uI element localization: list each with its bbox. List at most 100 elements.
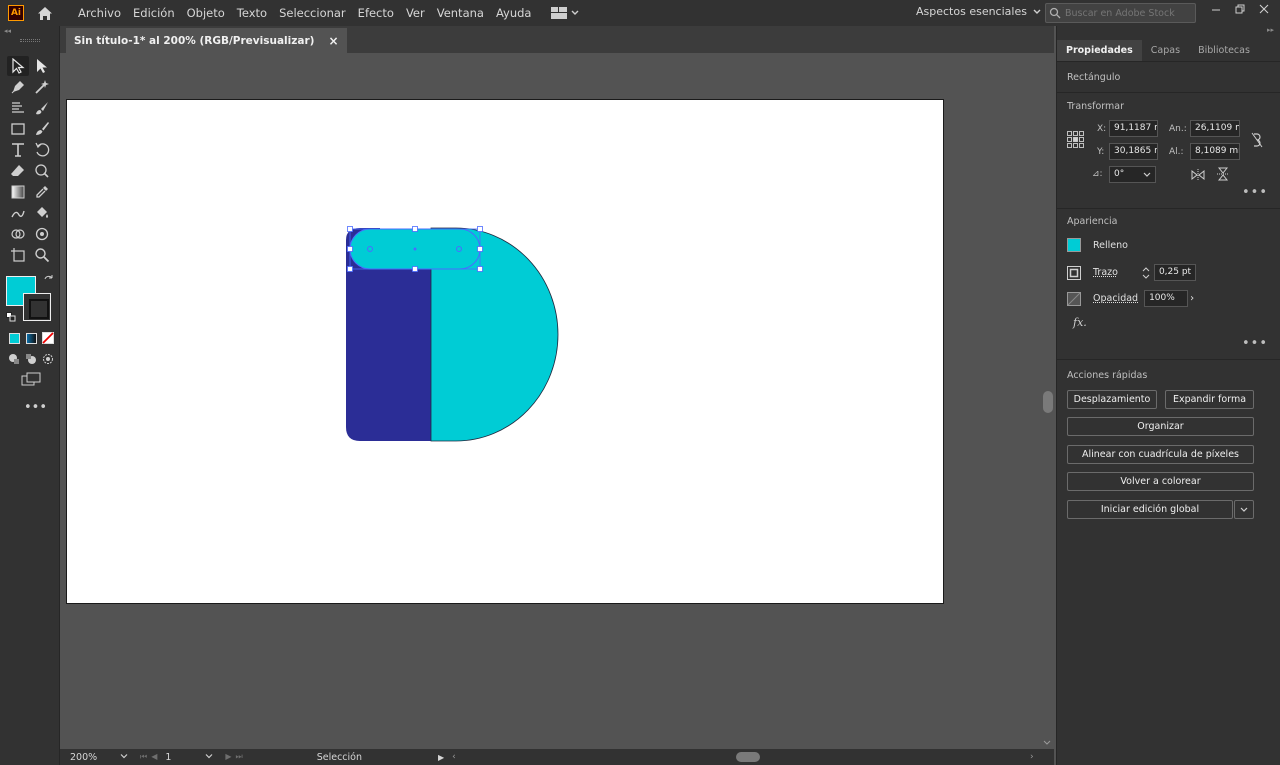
paintbrush-tool[interactable] [31, 119, 53, 139]
workspace-switcher[interactable]: Aspectos esenciales [916, 5, 1041, 18]
gradient-tool[interactable] [7, 182, 29, 202]
vertical-scrollbar[interactable] [1040, 53, 1054, 749]
opacity-row[interactable]: Opacidad 100% › [1067, 290, 1194, 307]
chevron-down-icon [1240, 507, 1248, 512]
global-edit-options-button[interactable] [1234, 500, 1254, 519]
appearance-more-options-icon[interactable]: ••• [1242, 336, 1268, 351]
edit-toolbar-icon[interactable]: ••• [24, 400, 47, 415]
stock-search[interactable] [1045, 3, 1196, 23]
menu-ayuda[interactable]: Ayuda [490, 6, 538, 20]
menu-texto[interactable]: Texto [231, 6, 273, 20]
zoom-dropdown[interactable]: 200% [70, 752, 128, 763]
collapse-panel-icon[interactable]: ▸▸ [1267, 26, 1274, 34]
document-tab[interactable]: Sin título-1* al 200% (RGB/Previsualizar… [66, 28, 347, 53]
direct-selection-tool[interactable] [31, 56, 53, 76]
transform-more-options-icon[interactable]: ••• [1242, 185, 1268, 200]
tab-propiedades[interactable]: Propiedades [1057, 40, 1142, 61]
magic-wand-tool[interactable] [31, 77, 53, 97]
screen-mode-button[interactable] [21, 372, 41, 389]
blob-brush-tool[interactable] [31, 98, 53, 118]
panel-grip[interactable] [20, 39, 40, 42]
selection-tool[interactable] [7, 56, 29, 76]
artboard-number-dropdown[interactable]: 1 [165, 752, 213, 763]
fill-swatch[interactable] [1067, 238, 1081, 252]
type-tool[interactable] [7, 140, 29, 160]
arrange-button[interactable]: Organizar [1067, 417, 1254, 436]
color-mode-button[interactable] [7, 328, 21, 348]
chevron-right-icon[interactable]: › [1190, 293, 1194, 304]
puppet-warp-tool[interactable] [31, 161, 53, 181]
start-global-edit-button[interactable]: Iniciar edición global [1067, 500, 1233, 519]
rotate-tool[interactable] [31, 140, 53, 160]
draw-behind-button[interactable] [24, 349, 38, 369]
gradient-mode-button[interactable] [24, 328, 38, 348]
none-mode-button[interactable] [41, 328, 55, 348]
default-colors-icon[interactable] [6, 312, 16, 325]
artboard-tool[interactable] [7, 245, 29, 265]
stroke-weight-field[interactable]: 0,25 pt [1153, 264, 1196, 281]
search-input[interactable] [1065, 7, 1190, 19]
menu-efecto[interactable]: Efecto [352, 6, 400, 20]
flip-vertical-icon[interactable] [1217, 167, 1229, 184]
draw-normal-button[interactable] [7, 349, 21, 369]
collapse-tools-icon[interactable]: ◂◂ [0, 26, 59, 36]
first-prev-artboard-icons[interactable]: ⏮◀ [140, 752, 161, 762]
eraser-tool[interactable] [7, 161, 29, 181]
stroke-color-swatch[interactable] [23, 293, 51, 321]
scroll-left-icon[interactable]: ‹ [452, 752, 456, 762]
arrange-documents-button[interactable] [551, 7, 579, 19]
stepper-icon[interactable] [1142, 266, 1150, 280]
stroke-row[interactable]: Trazo 0,25 pt [1067, 264, 1196, 281]
stroke-label[interactable]: Trazo [1093, 267, 1118, 278]
x-position-field[interactable]: 91,1187 mm [1109, 120, 1158, 137]
close-tab-icon[interactable]: × [328, 34, 338, 48]
dark-rectangle-shape[interactable] [346, 246, 431, 441]
swap-fill-stroke-icon[interactable] [44, 275, 54, 288]
expand-shape-button[interactable]: Expandir forma [1165, 390, 1254, 409]
opacity-label[interactable]: Opacidad [1093, 293, 1138, 304]
minimize-button[interactable] [1208, 2, 1224, 16]
zoom-tool[interactable] [31, 245, 53, 265]
live-paint-tool[interactable] [31, 203, 53, 223]
draw-inside-button[interactable] [41, 349, 55, 369]
eyedropper-tool[interactable] [31, 182, 53, 202]
effects-fx-button[interactable]: fx. [1073, 316, 1087, 329]
opacity-field[interactable]: 100% [1144, 290, 1189, 307]
symbol-sprayer-tool[interactable] [31, 224, 53, 244]
y-position-field[interactable]: 30,1865 mm [1109, 143, 1158, 160]
rotation-field[interactable]: 0° [1109, 166, 1156, 183]
shape-builder-tool[interactable] [7, 224, 29, 244]
menu-edicion[interactable]: Edición [127, 6, 181, 20]
height-field[interactable]: 8,1089 mm [1190, 143, 1240, 160]
next-last-artboard-icons[interactable]: ▶⏭ [225, 752, 246, 762]
menu-seleccionar[interactable]: Seleccionar [273, 6, 352, 20]
recolor-button[interactable]: Volver a colorear [1067, 472, 1254, 491]
vertical-scroll-thumb[interactable] [1043, 391, 1053, 413]
stroke-swatch-icon[interactable] [1067, 265, 1081, 280]
close-window-button[interactable] [1256, 2, 1272, 16]
status-menu-icon[interactable]: ▶ [438, 753, 444, 762]
home-icon[interactable] [36, 4, 54, 22]
width-field[interactable]: 26,1109 mm [1190, 120, 1240, 137]
type-area-tool[interactable] [7, 98, 29, 118]
rectangle-tool[interactable] [7, 119, 29, 139]
blend-icon [11, 210, 25, 218]
align-pixel-grid-button[interactable]: Alinear con cuadrícula de píxeles [1067, 445, 1254, 464]
flip-horizontal-icon[interactable] [1191, 169, 1205, 184]
offset-path-button[interactable]: Desplazamiento [1067, 390, 1157, 409]
tab-capas[interactable]: Capas [1142, 40, 1189, 61]
fill-row[interactable]: Relleno [1067, 238, 1128, 252]
constrain-proportions-icon[interactable] [1251, 132, 1263, 151]
menu-ver[interactable]: Ver [400, 6, 431, 20]
menu-objeto[interactable]: Objeto [181, 6, 231, 20]
none-swatch-icon [42, 332, 54, 344]
tab-bibliotecas[interactable]: Bibliotecas [1189, 40, 1259, 61]
blend-tool[interactable] [7, 203, 29, 223]
menu-archivo[interactable]: Archivo [72, 6, 127, 20]
pen-tool[interactable] [7, 77, 29, 97]
scroll-right-icon[interactable]: › [1030, 752, 1034, 762]
horizontal-scroll-thumb[interactable] [736, 752, 760, 762]
restore-button[interactable] [1232, 2, 1248, 16]
reference-point-icon[interactable] [1067, 131, 1084, 151]
menu-ventana[interactable]: Ventana [431, 6, 490, 20]
